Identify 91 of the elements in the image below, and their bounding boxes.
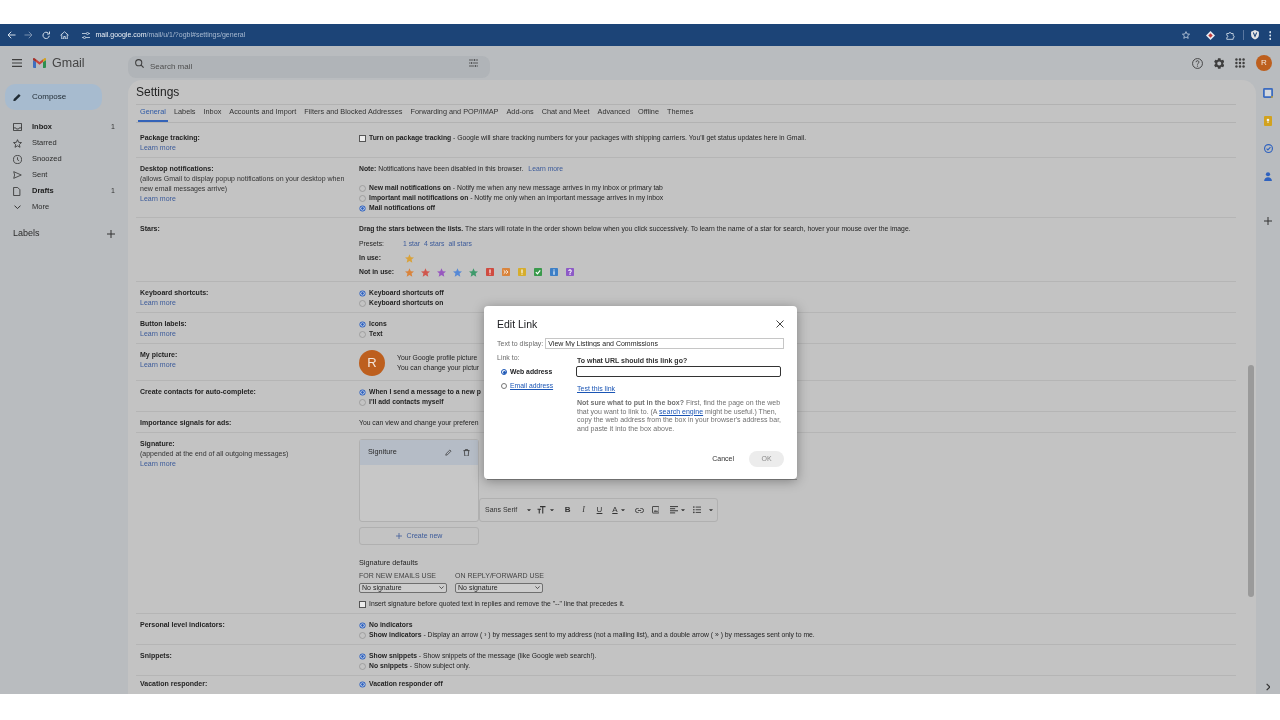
radio-button[interactable] [501,383,507,389]
checkbox[interactable] [359,134,366,142]
radio-button[interactable] [359,320,366,328]
caret-icon [549,508,554,512]
chevron-down-icon [13,204,21,210]
sliders-icon[interactable] [469,59,478,67]
help-icon[interactable] [1191,57,1203,69]
back-arrow-icon[interactable] [7,31,16,39]
caret-icon [680,508,685,512]
radio-button[interactable] [359,631,366,639]
send-icon [12,171,22,179]
radio-button[interactable] [359,621,366,629]
radio-button[interactable] [359,652,366,660]
star-icon[interactable] [421,267,430,277]
person-icon[interactable] [1264,172,1272,181]
dialog-title: Edit Link [497,317,538,331]
calendar-icon[interactable] [1263,88,1273,98]
chevron-right-icon[interactable] [1265,683,1271,691]
exclamation-icon[interactable] [485,268,494,276]
chevron-down-icon [535,586,540,590]
puzzle-icon[interactable] [1225,30,1235,40]
shield-icon[interactable] [1250,30,1259,40]
inbox-icon [12,123,22,131]
bulleted-list-icon [693,506,702,514]
clock-icon [12,154,22,164]
radio-button[interactable] [359,194,366,202]
m-logo-icon[interactable] [33,58,46,68]
search-field[interactable]: Search mail [128,55,490,78]
star-icon[interactable] [453,267,462,277]
star-icon [12,138,22,148]
radio-button[interactable] [359,330,366,338]
radio-button[interactable] [359,680,366,688]
forward-arrow-icon[interactable] [24,31,33,39]
italic-button[interactable]: I [575,503,592,517]
check-circle-icon[interactable] [1263,144,1273,153]
radio-button[interactable] [359,204,366,212]
radio-button[interactable] [359,388,366,396]
more-vertical-icon[interactable] [1268,30,1271,40]
underline-button[interactable]: U [591,503,608,517]
url-field[interactable] [576,366,781,377]
settings-icon[interactable] [1213,57,1224,69]
star-icon[interactable] [469,267,478,277]
profile-avatar[interactable]: R [359,350,385,376]
reload-icon[interactable] [42,30,51,40]
labels-heading: Labels [13,227,40,241]
site-settings-icon[interactable] [81,31,90,39]
scrollbar-thumb[interactable] [1248,365,1254,597]
apps-grid-icon[interactable] [1235,58,1245,68]
search-icon[interactable] [135,58,144,68]
pencil-icon [13,92,22,102]
caret-icon [526,508,531,512]
diamond-icon[interactable] [1205,30,1215,40]
bold-button[interactable]: B [559,503,576,517]
plus-icon [395,533,402,539]
radio-button[interactable] [359,662,366,670]
text-color-button[interactable]: A [607,503,630,517]
chevron-down-icon [439,586,444,590]
star-icon[interactable] [1181,31,1190,39]
star-icon[interactable] [437,267,446,277]
radio-button[interactable] [359,289,366,297]
caret-icon [620,508,625,512]
pencil-icon[interactable] [445,449,452,456]
check-icon[interactable] [533,268,542,276]
star-icon[interactable] [405,253,414,263]
radio-button[interactable] [359,299,366,307]
trash-icon[interactable] [463,448,470,457]
question-icon[interactable] [565,268,574,276]
text-size-icon [536,506,546,514]
close-icon[interactable] [776,320,784,328]
text-size-button[interactable] [536,503,554,517]
star-icon[interactable] [405,267,414,277]
checkbox[interactable] [359,600,366,608]
account-avatar[interactable]: R [1256,55,1272,71]
plus-icon[interactable] [1264,217,1272,225]
link-icon [634,507,644,513]
document-icon [13,186,21,196]
radio-button[interactable] [359,398,366,406]
radio-button[interactable] [501,369,507,375]
caret-icon [709,508,713,512]
radio-button[interactable] [359,184,366,192]
image-icon [651,506,659,514]
home-icon[interactable] [59,30,69,40]
double-arrow-icon[interactable] [501,268,510,276]
app-name: Gmail [52,55,85,71]
note-icon[interactable] [1264,116,1272,126]
plus-icon[interactable] [107,230,115,238]
compose-button[interactable]: Compose [5,84,102,110]
menu-icon[interactable] [12,59,22,67]
page-title: Settings [136,84,180,101]
info-icon[interactable] [549,268,558,276]
align-left-icon [669,506,678,514]
